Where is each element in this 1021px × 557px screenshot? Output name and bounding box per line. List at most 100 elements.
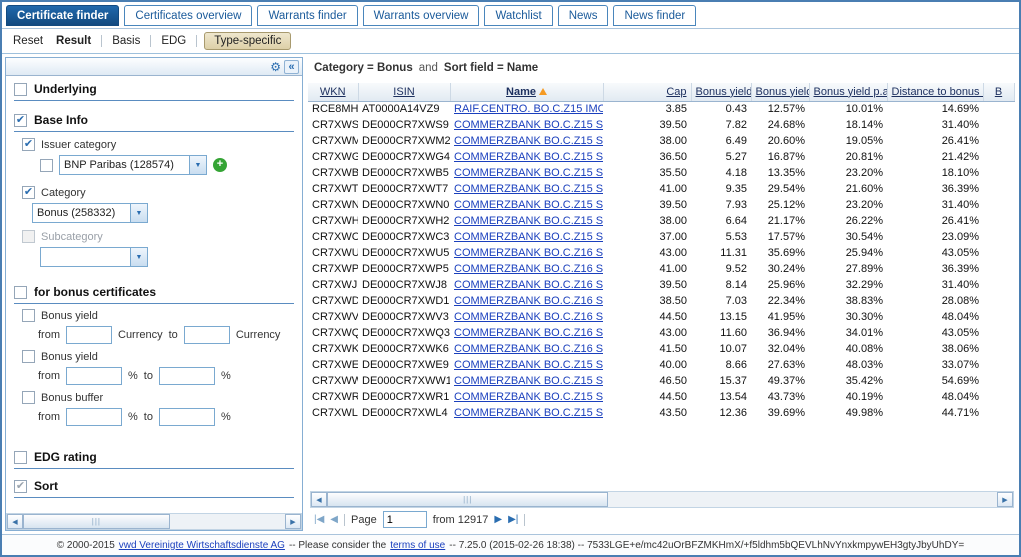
subcategory-checkbox[interactable]	[22, 230, 35, 243]
tab-warrants-overview[interactable]: Warrants overview	[363, 5, 480, 26]
bonus-yield-currency-to-input[interactable]	[184, 326, 230, 344]
subtab-basis[interactable]: Basis	[109, 33, 143, 49]
collapse-panel-icon[interactable]: «	[284, 60, 299, 74]
column-header-bonus-yield-label[interactable]: Bonus yield	[696, 86, 752, 98]
last-page-icon[interactable]: ▶|	[508, 514, 518, 525]
instrument-link[interactable]: COMMERZBANK BO.C.Z16 SYV	[454, 327, 603, 339]
scrollbar-track[interactable]: |||	[327, 492, 997, 507]
issuer-dropdown[interactable]: BNP Paribas (128574) ▼	[59, 155, 207, 175]
instrument-link[interactable]: COMMERZBANK BO.C.Z16 SYV	[454, 247, 603, 259]
column-header-bonus-yield[interactable]: Bonus yield	[691, 83, 751, 101]
cell-isin: DE000CR7XWJ8	[358, 277, 450, 293]
bonus-certificates-checkbox[interactable]	[14, 286, 27, 299]
scrollbar-thumb[interactable]: |||	[327, 492, 608, 507]
instrument-link[interactable]: COMMERZBANK BO.C.Z15 SYV	[454, 183, 603, 195]
scroll-right-icon[interactable]: ▶	[997, 492, 1013, 507]
instrument-link[interactable]: COMMERZBANK BO.C.Z15 SYV	[454, 359, 603, 371]
bonus-buffer-to-input[interactable]	[159, 408, 215, 426]
column-header-name-label[interactable]: Name	[506, 86, 536, 98]
bonus-yield-currency-from-input[interactable]	[66, 326, 112, 344]
issuer-category-checkbox[interactable]	[22, 138, 35, 151]
subtab-type-specific[interactable]: Type-specific	[204, 32, 291, 50]
tab-warrants-finder[interactable]: Warrants finder	[257, 5, 357, 26]
instrument-link[interactable]: COMMERZBANK BO.C.Z16 SYV	[454, 295, 603, 307]
page-number-input[interactable]	[383, 511, 427, 528]
column-header-isin-label[interactable]: ISIN	[393, 86, 414, 98]
column-header-distance-label[interactable]: Distance to bonus level	[892, 86, 984, 98]
scroll-right-icon[interactable]: ▶	[285, 514, 301, 529]
instrument-link[interactable]: RAIF.CENTRO. BO.C.Z15 IMO	[454, 103, 603, 115]
sort-checkbox[interactable]	[14, 480, 27, 493]
instrument-link[interactable]: COMMERZBANK BO.C.Z15 SYV	[454, 167, 603, 179]
tab-certificates-overview[interactable]: Certificates overview	[124, 5, 252, 26]
scroll-left-icon[interactable]: ◀	[7, 514, 23, 529]
tab-certificate-finder[interactable]: Certificate finder	[6, 5, 119, 26]
column-header-name[interactable]: Name	[450, 83, 603, 101]
column-header-wkn[interactable]: WKN	[308, 83, 358, 101]
column-header-distance[interactable]: Distance to bonus level	[887, 83, 983, 101]
table-row: CR7XWJ DE000CR7XWJ8 COMMERZBANK BO.C.Z16…	[308, 277, 1014, 293]
gear-icon[interactable]: ⚙	[270, 61, 281, 73]
next-page-icon[interactable]: ▶	[494, 514, 502, 525]
sidebar-horizontal-scrollbar[interactable]: ◀ ||| ▶	[6, 513, 302, 530]
instrument-link[interactable]: COMMERZBANK BO.C.Z15 SYV	[454, 151, 603, 163]
column-header-bonus-yield-pa[interactable]: Bonus yield p.a.	[809, 83, 887, 101]
column-header-bonus-yield-pct[interactable]: Bonus yield	[751, 83, 809, 101]
column-header-cap-label[interactable]: Cap	[666, 86, 686, 98]
subtab-reset[interactable]: Reset	[10, 33, 46, 49]
bonus-yield-pct-from-input[interactable]	[66, 367, 122, 385]
cell-cap: 44.50	[603, 309, 691, 325]
add-issuer-icon[interactable]: +	[213, 158, 227, 172]
underlying-checkbox[interactable]	[14, 83, 27, 96]
cell-bonus-yield-pa: 20.81%	[809, 149, 887, 165]
bonus-yield-pct-checkbox[interactable]	[22, 350, 35, 363]
to-label: to	[169, 329, 178, 341]
instrument-link[interactable]: COMMERZBANK BO.C.Z16 SYV	[454, 311, 603, 323]
category-dropdown[interactable]: Bonus (258332) ▼	[32, 203, 148, 223]
instrument-link[interactable]: COMMERZBANK BO.C.Z15 SYV	[454, 407, 603, 419]
instrument-link[interactable]: COMMERZBANK BO.C.Z15 SYV	[454, 119, 603, 131]
tab-news[interactable]: News	[558, 5, 609, 26]
instrument-link[interactable]: COMMERZBANK BO.C.Z15 SYV	[454, 215, 603, 227]
tab-news-finder[interactable]: News finder	[613, 5, 696, 26]
column-header-bonus-yield-pa-label[interactable]: Bonus yield p.a.	[814, 86, 888, 98]
instrument-link[interactable]: COMMERZBANK BO.C.Z16 SYV	[454, 263, 603, 275]
bonus-buffer-checkbox[interactable]	[22, 391, 35, 404]
instrument-link[interactable]: COMMERZBANK BO.C.Z15 SYV	[454, 135, 603, 147]
bonus-yield-pct-label: Bonus yield	[41, 351, 98, 363]
subtab-result[interactable]: Result	[53, 33, 94, 49]
first-page-icon[interactable]: |◀	[314, 514, 324, 525]
instrument-link[interactable]: COMMERZBANK BO.C.Z15 SYV	[454, 375, 603, 387]
scrollbar-track[interactable]: |||	[23, 514, 285, 529]
issuer-item-checkbox[interactable]	[40, 159, 53, 172]
scrollbar-thumb[interactable]: |||	[23, 514, 170, 529]
instrument-link[interactable]: COMMERZBANK BO.C.Z15 SYV	[454, 231, 603, 243]
column-header-cap[interactable]: Cap	[603, 83, 691, 101]
column-header-cutoff-label[interactable]: B	[995, 86, 1002, 98]
base-info-checkbox[interactable]	[14, 114, 27, 127]
prev-page-icon[interactable]: ◀	[330, 514, 338, 525]
cell-bonus-yield-pa: 40.19%	[809, 389, 887, 405]
instrument-link[interactable]: COMMERZBANK BO.C.Z15 SYV	[454, 391, 603, 403]
tab-watchlist[interactable]: Watchlist	[484, 5, 552, 26]
cell-cap: 43.50	[603, 405, 691, 421]
column-header-cutoff[interactable]: B	[983, 83, 1014, 101]
table-horizontal-scrollbar[interactable]: ◀ ||| ▶	[310, 491, 1014, 508]
bonus-buffer-from-input[interactable]	[66, 408, 122, 426]
instrument-link[interactable]: COMMERZBANK BO.C.Z16 SYV	[454, 279, 603, 291]
edg-rating-checkbox[interactable]	[14, 451, 27, 464]
vwd-link[interactable]: vwd Vereinigte Wirtschaftsdienste AG	[119, 540, 285, 551]
bonus-yield-pct-to-input[interactable]	[159, 367, 215, 385]
terms-of-use-link[interactable]: terms of use	[390, 540, 445, 551]
subtab-edg[interactable]: EDG	[158, 33, 189, 49]
subcategory-dropdown[interactable]: ▼	[40, 247, 148, 267]
bonus-yield-currency-checkbox[interactable]	[22, 309, 35, 322]
category-checkbox[interactable]	[22, 186, 35, 199]
column-header-isin[interactable]: ISIN	[358, 83, 450, 101]
scroll-left-icon[interactable]: ◀	[311, 492, 327, 507]
instrument-link[interactable]: COMMERZBANK BO.C.Z15 SYV	[454, 199, 603, 211]
column-header-bonus-yield-pct-label[interactable]: Bonus yield	[756, 86, 810, 98]
cell-isin: DE000CR7XWG4	[358, 149, 450, 165]
column-header-wkn-label[interactable]: WKN	[320, 86, 346, 98]
instrument-link[interactable]: COMMERZBANK BO.C.Z16 SYV	[454, 343, 603, 355]
